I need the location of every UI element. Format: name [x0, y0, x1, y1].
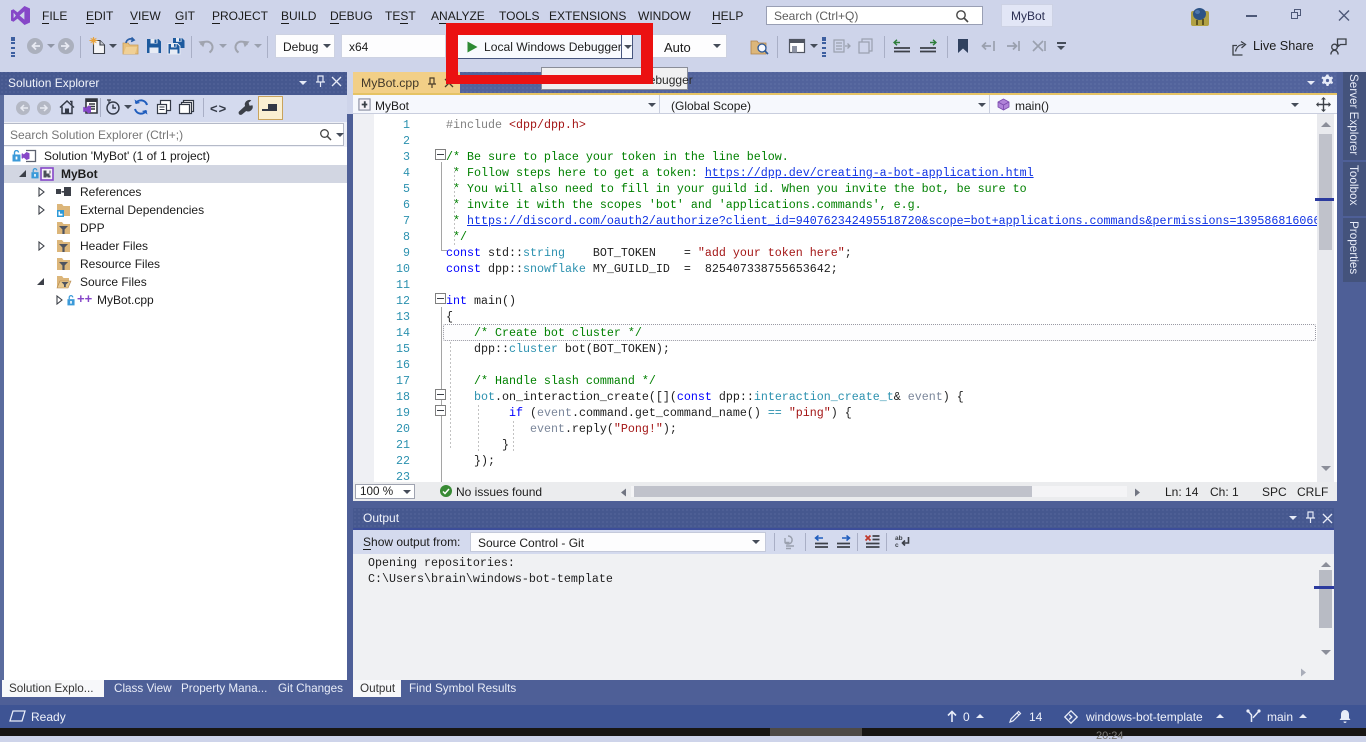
svg-text:ab: ab [895, 535, 903, 542]
svg-text:c: c [895, 542, 899, 549]
